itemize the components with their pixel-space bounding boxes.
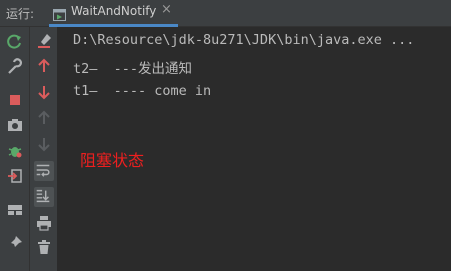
- pin-icon[interactable]: [6, 234, 24, 252]
- stop-icon[interactable]: [6, 91, 24, 109]
- tab-title: WaitAndNotify: [71, 4, 157, 18]
- console-line-t1: t1— ---- come in: [73, 83, 212, 99]
- run-toolbar-right: [30, 27, 58, 271]
- down-arrow-icon[interactable]: [35, 83, 53, 101]
- wrench-icon[interactable]: [6, 58, 24, 76]
- up-arrow-icon[interactable]: [35, 57, 53, 75]
- run-config-icon: [53, 6, 66, 21]
- console-line-command: D:\Resource\jdk-8u271\JDK\bin\java.exe .…: [73, 32, 415, 48]
- scroll-to-end-icon[interactable]: [34, 187, 54, 207]
- run-label: 运行:: [6, 7, 35, 21]
- console-line-t2: t2— ---发出通知: [73, 61, 193, 77]
- run-tab-bar: 运行: WaitAndNotify ×: [0, 0, 451, 27]
- debug-bug-icon[interactable]: [6, 142, 24, 160]
- trash-icon[interactable]: [35, 238, 53, 256]
- run-toolbar-left: [0, 27, 30, 271]
- print-icon[interactable]: [35, 214, 53, 232]
- tab-waitandnotify[interactable]: WaitAndNotify ×: [49, 0, 178, 27]
- blocked-state-annotation: 阻塞状态: [80, 151, 145, 170]
- layout-icon[interactable]: [6, 201, 24, 219]
- camera-icon[interactable]: [6, 116, 24, 134]
- close-icon[interactable]: ×: [161, 2, 172, 17]
- up-trace-icon: [35, 109, 53, 127]
- rerun-icon[interactable]: [6, 33, 24, 51]
- down-trace-icon: [35, 135, 53, 153]
- console-output[interactable]: D:\Resource\jdk-8u271\JDK\bin\java.exe .…: [58, 27, 451, 271]
- clear-icon[interactable]: [35, 32, 53, 50]
- soft-wrap-icon[interactable]: [34, 161, 54, 181]
- exit-icon[interactable]: [6, 167, 24, 185]
